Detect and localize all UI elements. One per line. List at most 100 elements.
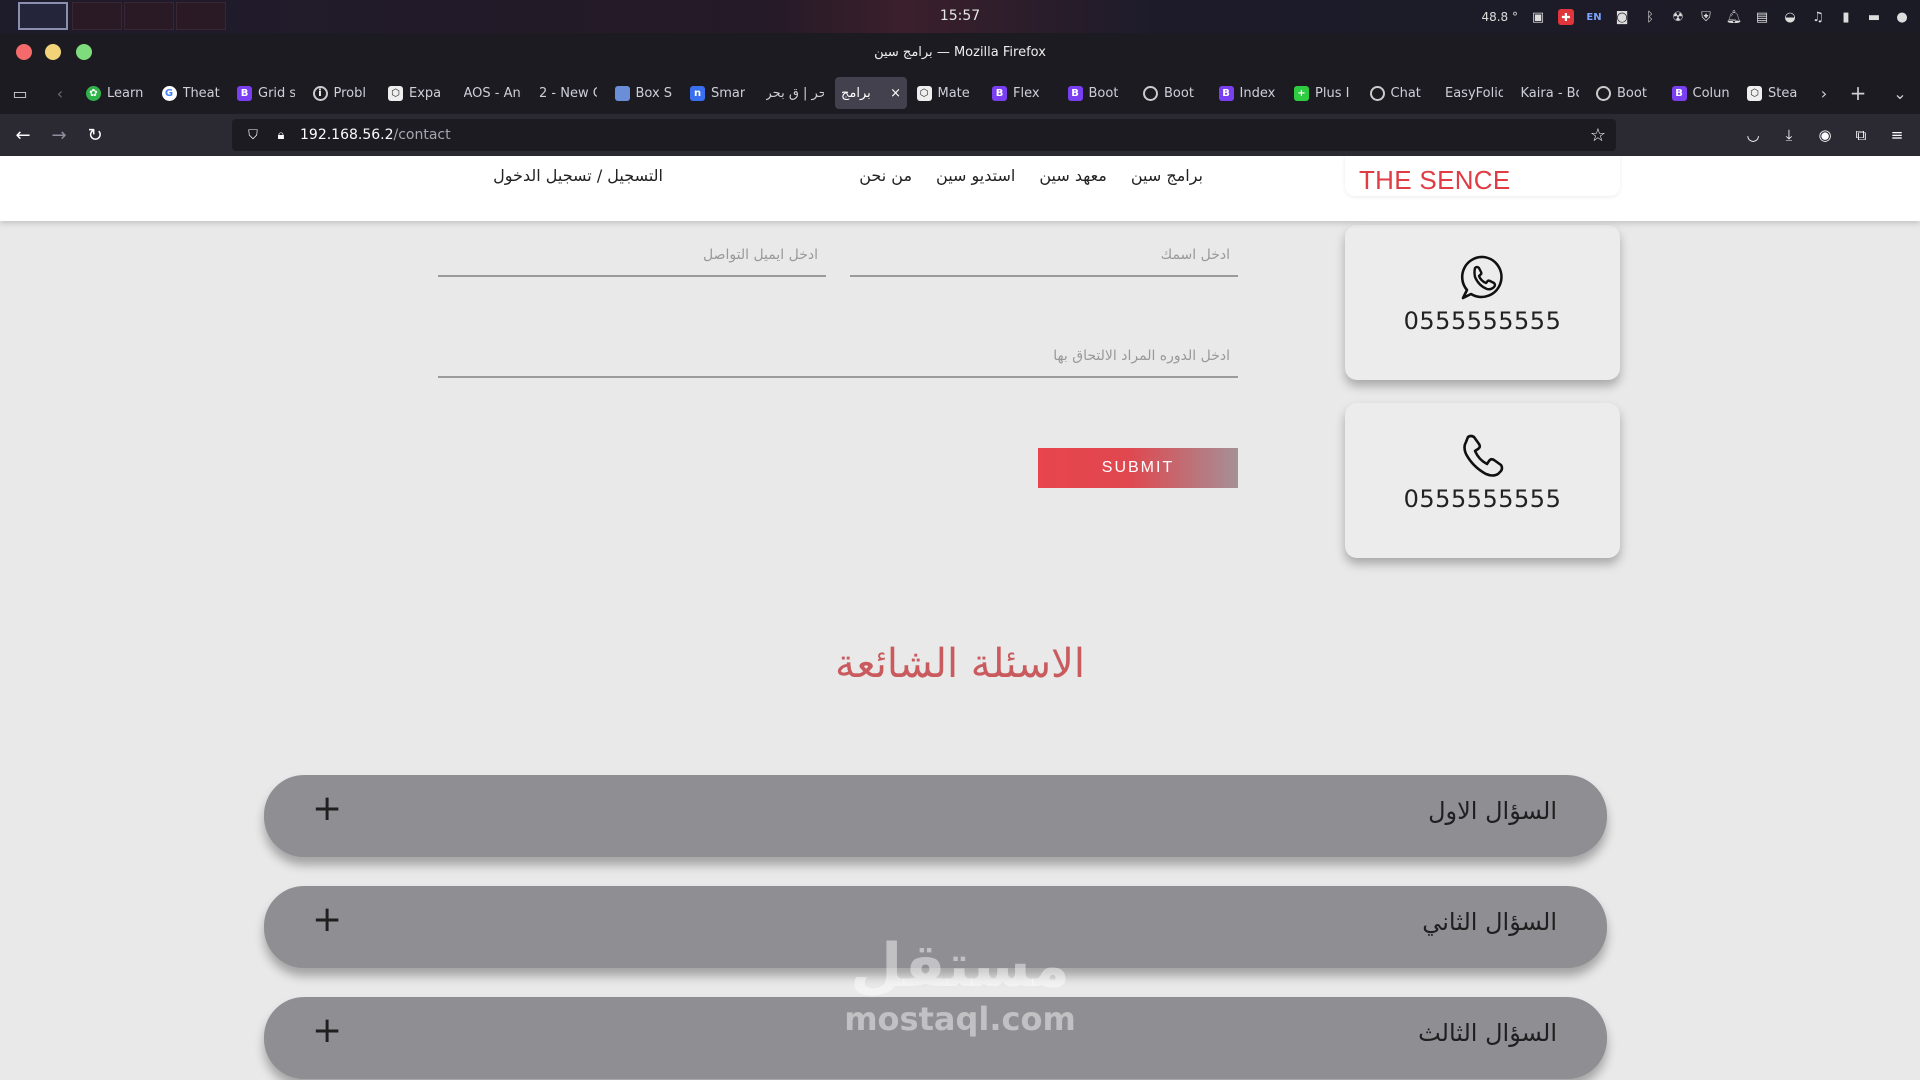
tab-label: Box S [635,85,673,101]
close-tab-icon[interactable]: × [890,86,901,101]
folder-icon[interactable]: ▬ [1866,9,1882,25]
battery-icon[interactable]: ▮ [1838,9,1854,25]
bell-icon[interactable]: 🔔︎ [1726,9,1743,25]
vpn-icon[interactable]: ☢ [1670,9,1686,25]
browser-tab[interactable]: Kaira - Bo [1515,77,1585,109]
tab-strip: ▭ ‹ ✿ Learn G Theat B Grid s i Probl ⬡ Expa AOS - … [0,71,1920,114]
tab-label: Stea [1768,85,1798,101]
brand-text: THE SENCE [1359,165,1511,195]
user-icon[interactable]: ● [1894,9,1910,25]
expand-plus-icon[interactable]: + [312,902,342,938]
browser-tab[interactable]: B Colun [1666,77,1736,109]
browser-tab[interactable]: B Index [1213,77,1283,109]
tab-label: Mate [937,85,970,101]
tab-label: Plus I [1315,85,1350,101]
downloads-icon[interactable]: ⤓ [1778,122,1800,148]
nav-link-institute[interactable]: معهد سين [1039,166,1107,185]
scroll-tabs-left-icon[interactable]: ‹ [48,81,72,105]
browser-tab[interactable]: i Probl [307,77,377,109]
expand-plus-icon[interactable]: + [312,1013,342,1049]
bookmark-star-icon[interactable]: ☆ [1590,125,1606,146]
navigation-bar: ← → ↻ ⛉ 🔒︎ 192.168.56.2/contact ☆ ◡ ⤓ ◉ … [0,114,1920,156]
nav-link-about[interactable]: من نحن [859,166,912,185]
browser-tab[interactable]: ⬡ Stea [1741,77,1811,109]
shield-icon[interactable]: ⛨ [1698,9,1714,25]
browser-tab[interactable]: برامج × [835,77,907,109]
browser-tab[interactable]: Chat [1364,77,1434,109]
tab-label: Kaira - Bo [1520,85,1579,101]
faq-item-3[interactable]: السؤال الثالث + [264,997,1607,1079]
bluetooth-icon[interactable]: ᛒ [1642,9,1658,25]
course-input[interactable]: ادخل الدوره المراد الالتحاق بها [438,340,1238,378]
discord-icon[interactable]: ◙ [1614,9,1630,25]
tab-overview-icon[interactable]: ▭ [8,81,32,105]
hex-icon: ⬡ [1747,85,1762,101]
account-icon[interactable]: ◉ [1814,122,1836,148]
music-icon[interactable]: ♫ [1810,9,1826,25]
forward-button[interactable]: → [46,122,72,148]
email-input[interactable]: ادخل ايميل التواصل [438,239,826,277]
phone-number: 0555555555 [1403,485,1562,513]
browser-tab[interactable]: B Boot [1062,77,1132,109]
faq-question: السؤال الثاني [1422,908,1557,936]
shield-icon[interactable]: ⛉ [244,126,262,144]
tab-label: EasyFolio [1445,85,1503,101]
list-all-tabs-icon[interactable]: ⌄ [1888,81,1912,105]
lock-icon[interactable]: 🔒︎ [272,126,290,144]
browser-tab[interactable]: ⬡ Mate [911,77,981,109]
tab-label: Smar [711,85,746,101]
browser-tab[interactable]: 2 - New C [533,77,603,109]
browser-tab[interactable]: + Plus I [1288,77,1358,109]
nav-link-studio[interactable]: استديو سين [936,166,1015,185]
browser-tab[interactable]: AOS - Ani [458,77,528,109]
flag-icon[interactable]: ▤ [1754,9,1770,25]
tab-label: Index [1239,85,1276,101]
pocket-icon[interactable]: ◡ [1742,122,1764,148]
faq-title: الاسئلة الشائعة [835,641,1085,687]
whatsapp-card[interactable]: 0555555555 [1345,225,1620,380]
tab-label: Boot [1164,85,1194,101]
menu-icon[interactable]: ≡ [1886,122,1908,148]
url-path: /contact [393,127,451,143]
extensions-icon[interactable]: ⧉ [1850,122,1872,148]
google-icon: G [161,85,177,101]
window-title: برامج سين — Mozilla Firefox [874,45,1046,60]
browser-tab[interactable]: Box S [609,77,679,109]
browser-tab[interactable]: Boot [1590,77,1660,109]
browser-tab[interactable]: B Flex [986,77,1056,109]
faq-item-2[interactable]: السؤال الثاني + [264,886,1607,968]
auth-menu: التسجيل / تسجيل الدخول [493,166,663,185]
browser-tab[interactable]: n Smar [684,77,754,109]
new-tab-button[interactable]: + [1846,81,1870,105]
screenshot-icon[interactable]: ▣ [1530,9,1546,25]
login-register-link[interactable]: التسجيل / تسجيل الدخول [493,166,663,185]
url-bar[interactable]: ⛉ 🔒︎ 192.168.56.2/contact ☆ [232,119,1616,151]
wifi-icon[interactable]: ◒ [1782,9,1798,25]
name-input[interactable]: ادخل اسمك [850,239,1238,277]
browser-tab[interactable]: B Grid s [231,77,301,109]
tab-label: Flex [1013,85,1040,101]
browser-tab[interactable]: G Theat [156,77,226,109]
browser-tab[interactable]: ✿ Learn [80,77,150,109]
plus-app-icon[interactable]: ✚ [1558,9,1574,25]
back-button[interactable]: ← [10,122,36,148]
scroll-tabs-right-icon[interactable]: › [1812,81,1836,105]
submit-button[interactable]: SUBMIT [1038,448,1238,488]
browser-tab[interactable]: Boot [1137,77,1207,109]
expand-plus-icon[interactable]: + [312,791,342,827]
keyboard-language-indicator[interactable]: EN [1586,9,1602,25]
bootstrap-icon: B [1671,85,1687,101]
tab-label: Boot [1088,85,1119,101]
page-content: THE SENCE برامج سين معهد سين استديو سين … [0,156,1920,1080]
bootstrap-icon: B [992,85,1007,101]
browser-tab[interactable]: ⬡ Expa [382,77,452,109]
faq-item-1[interactable]: السؤال الاول + [264,775,1607,857]
site-menu: برامج سين معهد سين استديو سين من نحن [859,166,1203,185]
phone-card[interactable]: 0555555555 [1345,403,1620,558]
reload-button[interactable]: ↻ [82,122,108,148]
browser-tab[interactable]: بحر | ق بحر [760,77,830,109]
browser-tab[interactable]: EasyFolio [1439,77,1509,109]
brand-logo[interactable]: THE SENCE [1345,156,1620,196]
nav-link-programs[interactable]: برامج سين [1131,166,1203,185]
url-host: 192.168.56.2 [300,127,394,143]
